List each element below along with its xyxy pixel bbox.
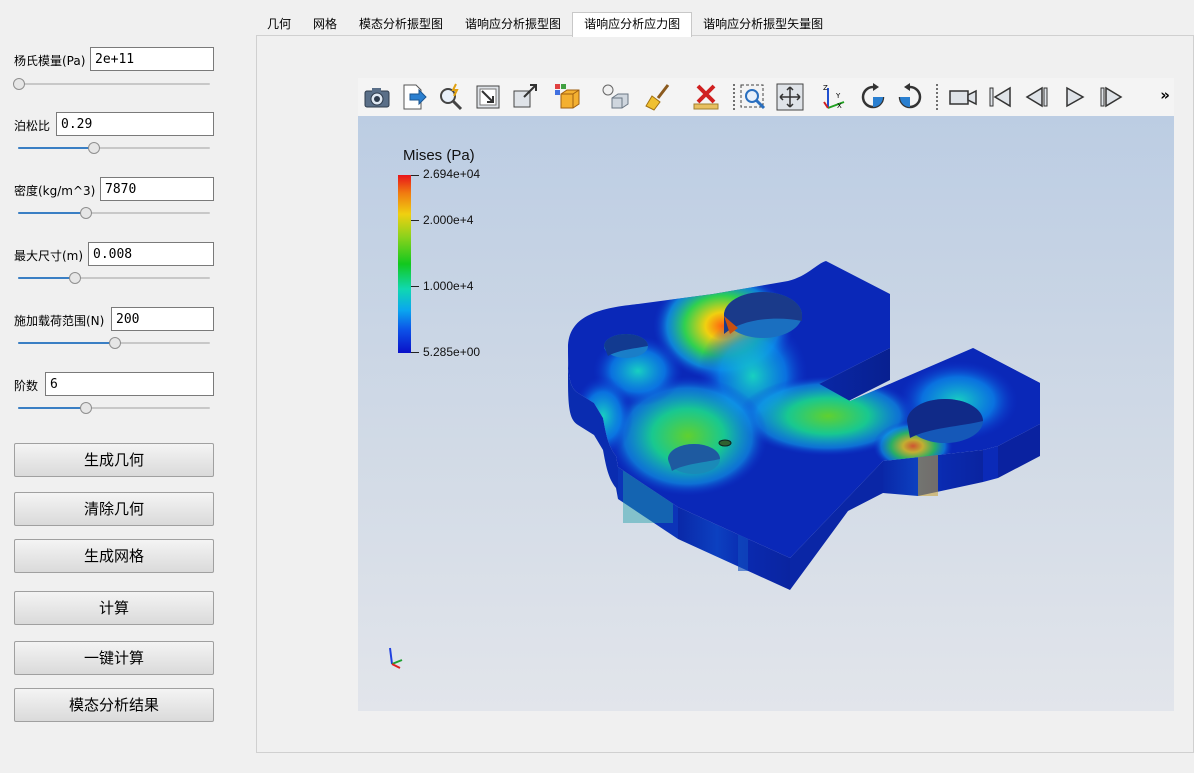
legend-title: Mises (Pa) [403, 147, 475, 164]
poisson-ratio-label: 泊松比 [14, 119, 51, 133]
slider-handle[interactable] [13, 78, 25, 90]
order-slider[interactable] [18, 401, 210, 415]
prev-frame-icon[interactable] [1020, 80, 1054, 114]
clear-icon[interactable] [642, 80, 676, 114]
light-icon[interactable] [598, 80, 632, 114]
legend-tick [411, 220, 419, 221]
density-slider[interactable] [18, 206, 210, 220]
model-hole [668, 444, 720, 474]
legend-color-bar [398, 175, 411, 353]
poisson-ratio-slider[interactable] [18, 141, 210, 155]
one-click-compute-button[interactable]: 一键计算 [14, 641, 214, 675]
first-frame-icon[interactable] [983, 80, 1017, 114]
svg-text:Z: Z [823, 84, 828, 92]
tab-geometry[interactable]: 几何 [256, 12, 302, 36]
camera-icon[interactable] [360, 80, 394, 114]
legend-tick-label: 2.000e+4 [423, 213, 474, 227]
magic-zoom-icon[interactable] [434, 80, 468, 114]
youngs-modulus-label: 杨氏模量(Pa) [14, 54, 86, 68]
legend-max-label: 2.694e+04 [423, 167, 481, 181]
remove-icon[interactable] [689, 80, 723, 114]
legend-tick [411, 352, 419, 353]
export-icon[interactable] [397, 80, 431, 114]
slider-handle[interactable] [68, 272, 81, 284]
slider-handle[interactable] [87, 142, 100, 154]
youngs-modulus-slider[interactable] [13, 77, 210, 91]
load-range-input[interactable] [111, 307, 214, 331]
zoom-box-icon[interactable] [508, 80, 542, 114]
zoom-to-box-icon[interactable] [736, 80, 770, 114]
load-range-label: 施加载荷范围(N) [14, 314, 105, 328]
density-label: 密度(kg/m^3) [14, 184, 96, 198]
poisson-ratio-input[interactable] [56, 112, 214, 136]
side-hotspot [918, 451, 938, 496]
fit-view-icon[interactable] [773, 80, 807, 114]
tab-harmonic-shape[interactable]: 谐响应分析振型图 [454, 12, 572, 36]
viewer-toolbar: ZYX » [358, 78, 1174, 116]
compute-button[interactable]: 计算 [14, 591, 214, 625]
load-range-slider[interactable] [18, 336, 210, 350]
axes-orientation-icon[interactable]: ZYX [818, 80, 852, 114]
toolbar-separator [936, 84, 939, 110]
density-input[interactable] [100, 177, 214, 201]
svg-text:Y: Y [835, 92, 841, 100]
tab-bar: 几何 网格 模态分析振型图 谐响应分析振型图 谐响应分析应力图 谐响应分析振型矢… [256, 12, 834, 37]
rotate-cw-icon[interactable] [856, 80, 890, 114]
generate-mesh-button[interactable]: 生成网格 [14, 539, 214, 573]
order-label: 阶数 [14, 379, 39, 393]
model-side-face [983, 446, 998, 482]
play-icon[interactable] [1057, 80, 1091, 114]
model-hole [604, 334, 648, 358]
legend-tick-label: 1.000e+4 [423, 279, 474, 293]
legend-tick [411, 175, 419, 176]
max-size-input[interactable] [88, 242, 214, 266]
tab-harmonic-vector[interactable]: 谐响应分析振型矢量图 [692, 12, 834, 36]
slider-handle[interactable] [80, 207, 93, 219]
legend-tick [411, 286, 419, 287]
tab-mesh[interactable]: 网格 [302, 12, 348, 36]
toolbar-more-button[interactable]: » [1160, 86, 1170, 104]
clear-geometry-button[interactable]: 清除几何 [14, 492, 214, 526]
svg-text:X: X [837, 102, 842, 110]
max-size-slider[interactable] [18, 271, 210, 285]
order-input[interactable] [45, 372, 214, 396]
rotate-ccw-icon[interactable] [893, 80, 927, 114]
modal-result-button[interactable]: 模态分析结果 [14, 688, 214, 722]
camera-video-icon[interactable] [946, 80, 980, 114]
model-hole [718, 439, 732, 447]
orientation-axes-widget [389, 647, 403, 669]
tab-harmonic-stress[interactable]: 谐响应分析应力图 [572, 12, 693, 37]
parallel-projection-icon[interactable] [551, 80, 585, 114]
model-hole [907, 399, 983, 443]
model-hole [724, 292, 802, 338]
render-canvas[interactable]: Mises (Pa) 2.694e+04 2.000e+4 1.000e+4 5… [358, 116, 1174, 711]
result-viewer: ZYX » Mises (Pa) 2.694e+04 2.000e+4 1.00… [358, 78, 1174, 711]
max-size-label: 最大尺寸(m) [14, 249, 84, 263]
slider-handle[interactable] [109, 337, 121, 349]
reset-view-icon[interactable] [471, 80, 505, 114]
tab-modal-shape[interactable]: 模态分析振型图 [348, 12, 454, 36]
generate-geometry-button[interactable]: 生成几何 [14, 443, 214, 477]
next-frame-icon[interactable] [1094, 80, 1128, 114]
youngs-modulus-input[interactable] [90, 47, 214, 71]
legend-min-label: 5.285e+00 [423, 345, 481, 359]
stress-contour-model [389, 261, 1040, 669]
slider-handle[interactable] [80, 402, 93, 414]
